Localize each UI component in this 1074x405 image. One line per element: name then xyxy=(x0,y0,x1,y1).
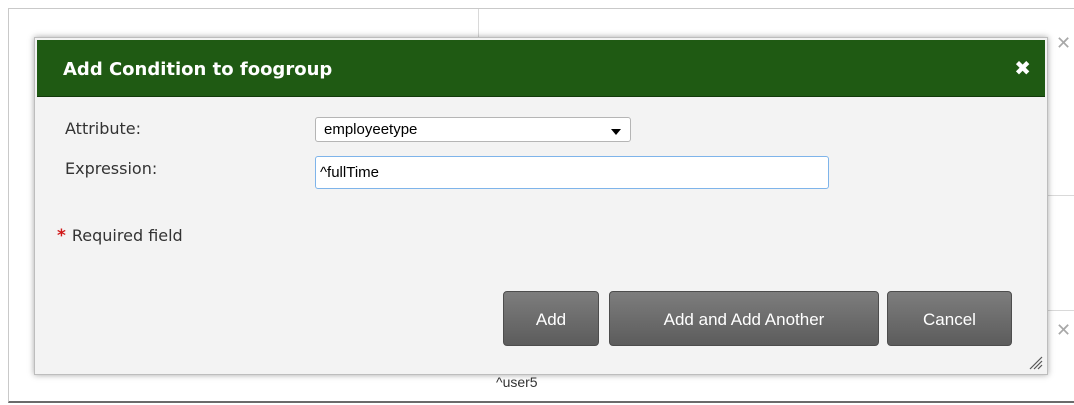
close-icon[interactable]: ✖ xyxy=(1014,56,1031,80)
attribute-select-value: employeetype xyxy=(324,121,418,138)
expression-input[interactable] xyxy=(315,156,829,189)
background-close-icon[interactable]: ✕ xyxy=(1056,320,1071,341)
dialog-title: Add Condition to foogroup xyxy=(63,59,333,80)
expression-label: Expression: xyxy=(65,159,158,178)
cancel-button[interactable]: Cancel xyxy=(887,291,1012,346)
background-row-text: ^user5 xyxy=(496,374,538,390)
required-field-text: Required field xyxy=(71,226,183,245)
required-star-icon: * xyxy=(57,226,66,246)
resize-grip-icon[interactable] xyxy=(1027,354,1043,370)
add-condition-dialog: Add Condition to foogroup ✖ Attribute: e… xyxy=(34,37,1048,375)
background-close-icon[interactable]: ✕ xyxy=(1056,33,1071,54)
attribute-label: Attribute: xyxy=(65,119,142,138)
background-divider xyxy=(1046,310,1074,311)
attribute-select[interactable]: employeetype xyxy=(315,117,631,142)
chevron-down-icon xyxy=(611,129,621,135)
required-field-note: * Required field xyxy=(57,226,183,246)
background-divider xyxy=(1046,195,1074,196)
dialog-titlebar[interactable]: Add Condition to foogroup ✖ xyxy=(37,40,1045,97)
add-and-add-another-button[interactable]: Add and Add Another xyxy=(609,291,879,346)
add-button[interactable]: Add xyxy=(503,291,599,346)
background-divider xyxy=(478,9,479,37)
